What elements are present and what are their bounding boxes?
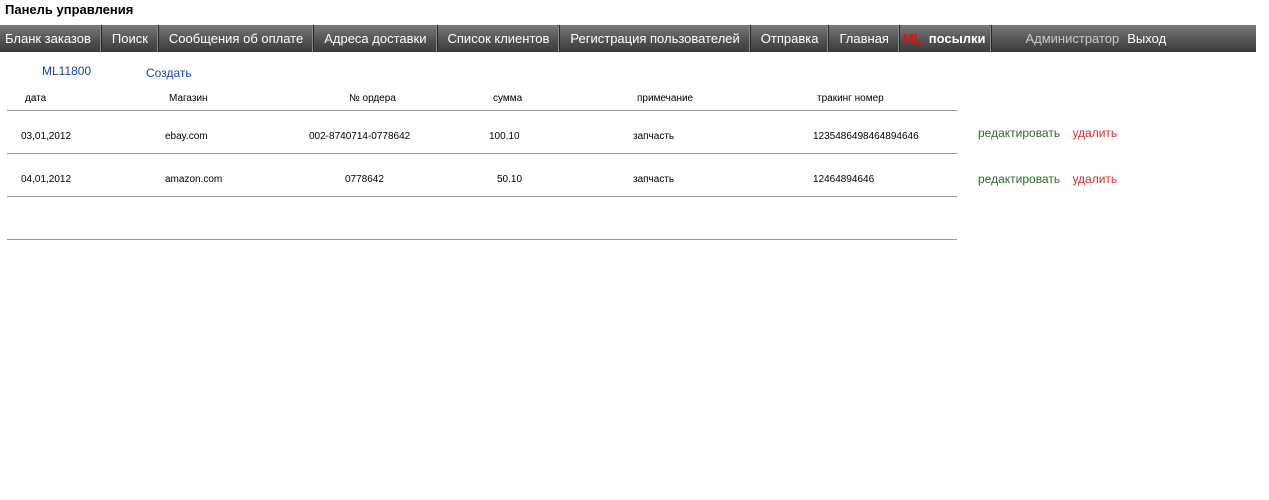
cell-note: запчасть <box>633 131 675 142</box>
nav-order-form[interactable]: Бланк заказов <box>0 25 102 52</box>
table-row: 04,01,2012 amazon.com 0778642 50.10 запч… <box>7 154 957 197</box>
main-nav: Бланк заказов Поиск Сообщения об оплате … <box>0 25 1256 52</box>
nav-delivery-addresses[interactable]: Адреса доставки <box>314 25 438 52</box>
nav-user-area: Администратор Выход <box>1025 25 1166 52</box>
cell-tracking: 12464894646 <box>813 174 875 185</box>
cell-order-number: 002-8740714-0778642 <box>309 131 411 142</box>
page-title: Панель управления <box>5 2 134 17</box>
cell-tracking: 1235486498464894646 <box>813 131 919 142</box>
nav-ml-label: ML <box>902 31 922 46</box>
header-tracking: тракинг номер <box>817 93 884 104</box>
header-date: дата <box>25 93 47 104</box>
cell-amount: 50.10 <box>497 174 523 185</box>
cell-order-number: 0778642 <box>345 174 384 185</box>
header-note: примечание <box>637 93 694 104</box>
create-link[interactable]: Создать <box>146 66 192 80</box>
logout-link[interactable]: Выход <box>1127 31 1166 46</box>
delete-link[interactable]: удалить <box>1072 172 1117 186</box>
header-order-number: № ордера <box>349 93 396 104</box>
edit-link[interactable]: редактировать <box>978 172 1060 186</box>
account-id: ML11800 <box>42 64 92 78</box>
cell-amount: 100.10 <box>489 131 520 142</box>
cell-date: 03,01,2012 <box>21 131 72 142</box>
orders-table: дата Магазин № ордера сумма примечание т… <box>7 90 957 240</box>
delete-link[interactable]: удалить <box>1072 126 1117 140</box>
admin-label: Администратор <box>1025 31 1120 46</box>
nav-client-list[interactable]: Список клиентов <box>438 25 561 52</box>
row-actions: редактировать удалить <box>978 172 1117 186</box>
table-empty-row <box>7 197 957 240</box>
nav-payment-messages[interactable]: Сообщения об оплате <box>159 25 315 52</box>
nav-shipping[interactable]: Отправка <box>751 25 830 52</box>
header-store: Магазин <box>169 93 208 104</box>
nav-parcels[interactable]: посылки <box>925 25 993 52</box>
nav-home[interactable]: Главная <box>829 25 900 52</box>
cell-store: amazon.com <box>165 174 223 185</box>
cell-note: запчасть <box>633 174 675 185</box>
header-amount: сумма <box>493 93 523 104</box>
nav-search[interactable]: Поиск <box>102 25 159 52</box>
row-actions: редактировать удалить <box>978 126 1117 140</box>
cell-date: 04,01,2012 <box>21 174 72 185</box>
nav-user-registration[interactable]: Регистрация пользователей <box>560 25 751 52</box>
table-row: 03,01,2012 ebay.com 002-8740714-0778642 … <box>7 111 957 154</box>
table-header: дата Магазин № ордера сумма примечание т… <box>7 90 957 111</box>
cell-store: ebay.com <box>165 131 208 142</box>
edit-link[interactable]: редактировать <box>978 126 1060 140</box>
